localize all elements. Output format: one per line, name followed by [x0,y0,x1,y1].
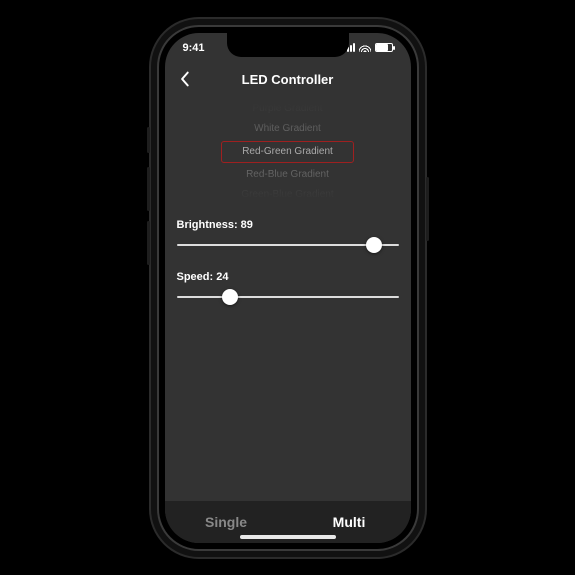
slider-thumb[interactable] [222,289,238,305]
screen: 9:41 LED Controller Purple Gradient Whit… [165,33,411,543]
chevron-left-icon [179,71,190,87]
slider-track [177,296,399,298]
gradient-picker[interactable]: Purple Gradient White Gradient Red-Green… [177,103,399,201]
status-right [344,43,393,52]
speed-slider[interactable] [177,289,399,305]
page-title: LED Controller [242,72,334,87]
picker-item[interactable]: White Gradient [254,121,321,137]
brightness-slider[interactable] [177,237,399,253]
mute-switch [147,127,150,153]
notch [227,33,349,57]
home-indicator[interactable] [240,535,336,539]
phone-frame: 9:41 LED Controller Purple Gradient Whit… [159,27,417,549]
speed-label: Speed: 24 [177,271,399,283]
brightness-block: Brightness: 89 [177,219,399,253]
picker-item[interactable]: Purple Gradient [252,103,322,117]
speed-block: Speed: 24 [177,271,399,305]
picker-item[interactable]: Red-Blue Gradient [246,167,329,183]
nav-bar: LED Controller [165,63,411,97]
volume-down-button [147,221,150,265]
picker-item[interactable]: Green-Blue Gradient [241,187,333,201]
back-button[interactable] [175,69,195,89]
power-button [426,177,429,241]
volume-up-button [147,167,150,211]
picker-item-selected[interactable]: Red-Green Gradient [221,141,354,163]
status-time: 9:41 [183,42,205,54]
battery-icon [375,43,393,52]
slider-thumb[interactable] [366,237,382,253]
brightness-label: Brightness: 89 [177,219,399,231]
wifi-icon [359,43,371,52]
content: Purple Gradient White Gradient Red-Green… [165,97,411,501]
